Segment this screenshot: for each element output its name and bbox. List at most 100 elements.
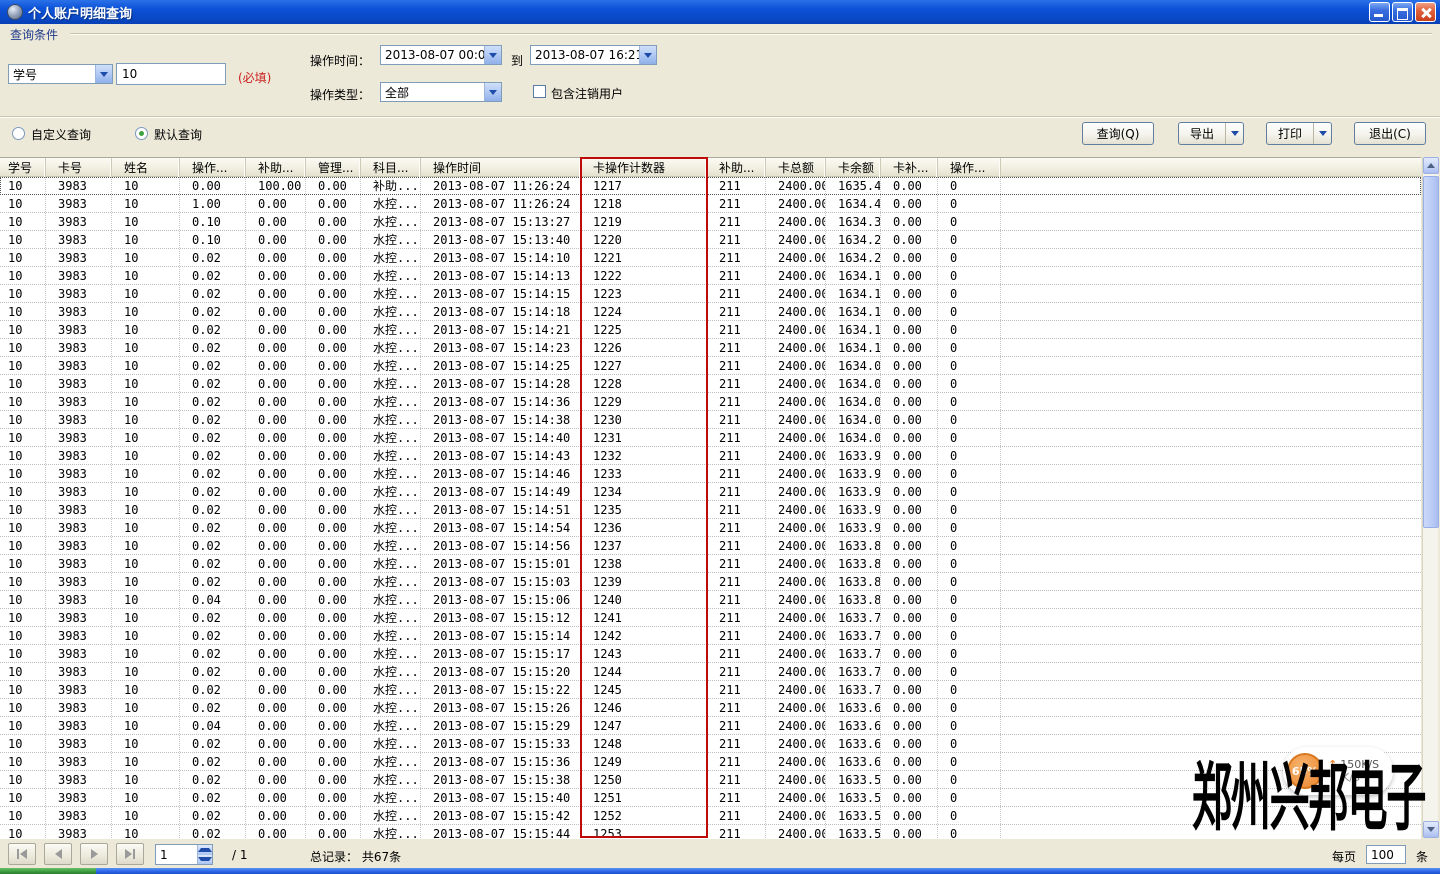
table-row[interactable]: 103983100.100.000.00水控...2013-08-07 15:1… [0,231,1421,249]
column-header[interactable]: 操作... [938,158,1001,177]
table-row[interactable]: 103983100.100.000.00水控...2013-08-07 15:1… [0,213,1421,231]
table-row[interactable]: 103983100.020.000.00水控...2013-08-07 15:1… [0,249,1421,267]
next-page-button[interactable] [80,843,108,865]
table-row[interactable]: 103983100.00100.000.00补助...2013-08-07 11… [0,177,1421,195]
table-row[interactable]: 103983100.020.000.00水控...2013-08-07 15:1… [0,681,1421,699]
column-header[interactable]: 学号 [0,158,46,177]
table-row[interactable]: 103983100.020.000.00水控...2013-08-07 15:1… [0,609,1421,627]
column-header[interactable]: 姓名 [112,158,180,177]
spinner-up-icon[interactable] [198,845,212,855]
table-row[interactable]: 103983100.020.000.00水控...2013-08-07 15:1… [0,501,1421,519]
chevron-down-icon[interactable] [95,65,112,83]
column-header[interactable]: 操作时间 [421,158,581,177]
time-to-dropdown[interactable]: 2013-08-07 16:21 [530,45,657,65]
table-row[interactable]: 103983100.020.000.00水控...2013-08-07 15:1… [0,357,1421,375]
first-page-button[interactable] [8,843,36,865]
column-header[interactable]: 管理... [306,158,361,177]
table-row[interactable]: 103983100.020.000.00水控...2013-08-07 15:1… [0,285,1421,303]
table-row[interactable]: 103983100.020.000.00水控...2013-08-07 15:1… [0,339,1421,357]
table-row[interactable]: 103983100.040.000.00水控...2013-08-07 15:1… [0,591,1421,609]
chevron-down-icon[interactable] [484,46,501,64]
per-page-input[interactable] [1366,845,1406,864]
table-row[interactable]: 103983100.020.000.00水控...2013-08-07 15:1… [0,393,1421,411]
restore-button[interactable] [1392,2,1413,22]
table-row[interactable]: 103983100.020.000.00水控...2013-08-07 15:1… [0,771,1421,789]
chevron-down-icon[interactable] [639,46,656,64]
query-button[interactable]: 查询(Q) [1082,122,1154,145]
include-cancelled-checkbox[interactable] [533,85,546,98]
close-button[interactable] [1415,2,1436,22]
table-row[interactable]: 103983100.020.000.00水控...2013-08-07 15:1… [0,483,1421,501]
table-row[interactable]: 103983100.020.000.00水控...2013-08-07 15:1… [0,465,1421,483]
per-page-unit: 条 [1416,848,1428,865]
table-cell: 2400.00 [766,681,826,698]
table-cell: 0.10 [180,213,246,230]
export-dropdown-icon[interactable] [1225,123,1243,144]
table-row[interactable]: 103983100.020.000.00水控...2013-08-07 15:1… [0,735,1421,753]
field-selector-dropdown[interactable]: 学号 [8,64,113,84]
column-header[interactable]: 卡余额 [826,158,881,177]
print-button-label[interactable]: 打印 [1267,125,1313,142]
spinner-down-icon[interactable] [198,855,212,865]
table-row[interactable]: 103983100.020.000.00水控...2013-08-07 15:1… [0,753,1421,771]
table-row[interactable]: 103983100.020.000.00水控...2013-08-07 15:1… [0,789,1421,807]
table-row[interactable]: 103983100.020.000.00水控...2013-08-07 15:1… [0,537,1421,555]
table-row[interactable]: 103983100.020.000.00水控...2013-08-07 15:1… [0,699,1421,717]
exit-button[interactable]: 退出(C) [1354,122,1426,145]
time-from-dropdown[interactable]: 2013-08-07 00:00 [380,45,502,65]
table-row[interactable]: 103983100.020.000.00水控...2013-08-07 15:1… [0,429,1421,447]
column-header[interactable]: 卡号 [46,158,112,177]
column-header[interactable]: 科目... [361,158,421,177]
column-header[interactable]: 补助... [707,158,766,177]
custom-query-radio[interactable] [12,127,25,140]
column-header[interactable]: 卡操作计数器 [581,158,707,177]
table-row[interactable]: 103983100.020.000.00水控...2013-08-07 15:1… [0,411,1421,429]
table-row[interactable]: 103983100.020.000.00水控...2013-08-07 15:1… [0,627,1421,645]
minimize-button[interactable] [1369,2,1390,22]
table-row[interactable]: 103983100.020.000.00水控...2013-08-07 15:1… [0,663,1421,681]
default-query-radio[interactable] [135,127,148,140]
scroll-down-icon[interactable] [1423,821,1439,838]
print-dropdown-icon[interactable] [1313,123,1331,144]
table-row[interactable]: 103983100.020.000.00水控...2013-08-07 15:1… [0,321,1421,339]
column-header[interactable]: 卡总额 [766,158,826,177]
column-header[interactable]: 补助... [246,158,306,177]
prev-page-button[interactable] [44,843,72,865]
table-cell: 2400.00 [766,357,826,374]
print-button[interactable]: 打印 [1266,122,1332,145]
network-speed-widget[interactable]: 65% ↑ 150K/S K/S [1283,747,1393,795]
table-row[interactable]: 103983100.020.000.00水控...2013-08-07 15:1… [0,555,1421,573]
table-row[interactable]: 103983100.020.000.00水控...2013-08-07 15:1… [0,447,1421,465]
vertical-scrollbar[interactable] [1422,157,1438,838]
scrollbar-thumb[interactable] [1423,176,1439,528]
chevron-down-icon[interactable] [484,83,501,101]
field-value-input[interactable] [116,63,226,85]
table-row[interactable]: 103983100.020.000.00水控...2013-08-07 15:1… [0,375,1421,393]
table-row[interactable]: 103983100.020.000.00水控...2013-08-07 15:1… [0,825,1421,839]
export-button[interactable]: 导出 [1178,122,1244,145]
table-cell: 0.00 [306,357,361,374]
start-button-stub[interactable] [0,868,96,874]
page-number-input[interactable] [156,845,197,864]
table-row[interactable]: 103983100.020.000.00水控...2013-08-07 15:1… [0,519,1421,537]
table-row[interactable]: 103983100.020.000.00水控...2013-08-07 15:1… [0,573,1421,591]
column-header[interactable]: 操作... [180,158,246,177]
table-row[interactable]: 103983100.020.000.00水控...2013-08-07 15:1… [0,645,1421,663]
table-cell: 0.00 [306,735,361,752]
export-button-label[interactable]: 导出 [1179,125,1225,142]
column-header[interactable]: 卡补... [881,158,938,177]
table-row[interactable]: 103983100.020.000.00水控...2013-08-07 15:1… [0,807,1421,825]
scroll-up-icon[interactable] [1423,157,1439,174]
table-row[interactable]: 103983101.000.000.00水控...2013-08-07 11:2… [0,195,1421,213]
table-row[interactable]: 103983100.020.000.00水控...2013-08-07 15:1… [0,267,1421,285]
table-cell: 0.00 [306,789,361,806]
table-row[interactable]: 103983100.020.000.00水控...2013-08-07 15:1… [0,303,1421,321]
page-number-spinner[interactable] [155,844,213,865]
last-page-button[interactable] [116,843,144,865]
operation-type-dropdown[interactable]: 全部 [380,82,502,102]
table-cell: 0.02 [180,537,246,554]
table-cell: 10 [112,303,180,320]
table-cell: 2013-08-07 15:15:42 [421,807,581,824]
table-cell: 10 [112,519,180,536]
table-row[interactable]: 103983100.040.000.00水控...2013-08-07 15:1… [0,717,1421,735]
